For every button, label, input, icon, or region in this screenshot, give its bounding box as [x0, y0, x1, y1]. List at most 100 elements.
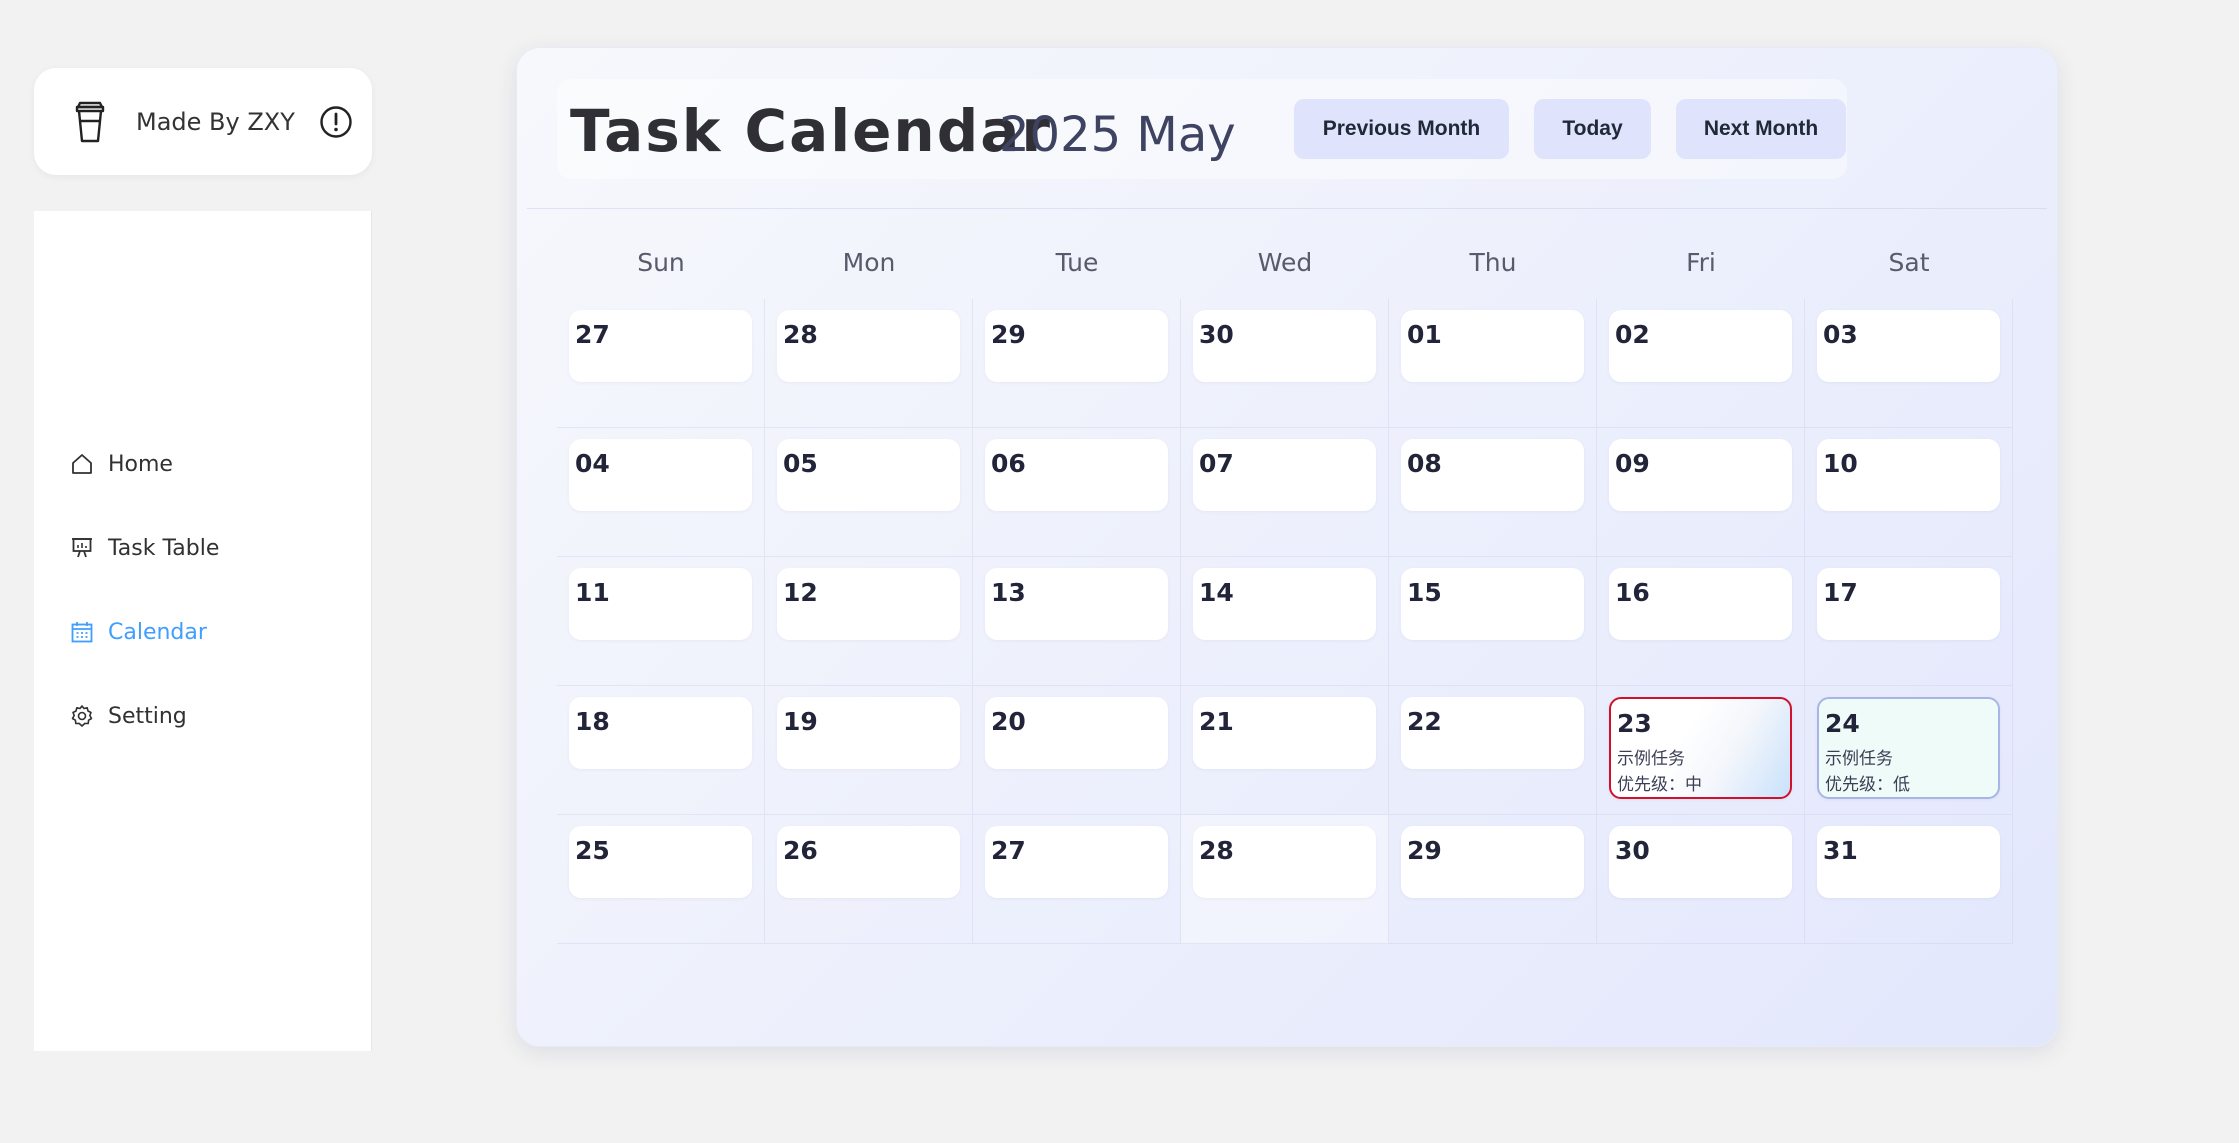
day-box[interactable]: 19 — [777, 697, 960, 769]
task-priority: 优先级：低 — [1825, 775, 1910, 795]
day-number: 25 — [575, 836, 610, 865]
previous-month-button[interactable]: Previous Month — [1294, 99, 1509, 159]
calendar-cell: 01 — [1389, 299, 1597, 428]
cup-icon — [75, 101, 105, 142]
calendar-cell: 23 示例任务 优先级：中 — [1597, 686, 1805, 815]
day-box[interactable]: 21 — [1193, 697, 1376, 769]
day-box[interactable]: 29 — [1401, 826, 1584, 898]
day-box[interactable]: 31 — [1817, 826, 2000, 898]
day-number: 30 — [1199, 320, 1234, 349]
day-number: 08 — [1407, 449, 1442, 478]
weekday-header: Fri — [1686, 248, 1716, 277]
day-box[interactable]: 02 — [1609, 310, 1792, 382]
calendar-cell: 28 — [765, 299, 973, 428]
day-number: 17 — [1823, 578, 1858, 607]
day-number: 31 — [1823, 836, 1858, 865]
day-number: 02 — [1615, 320, 1650, 349]
calendar-cell: 11 — [557, 557, 765, 686]
day-box[interactable]: 10 — [1817, 439, 2000, 511]
calendar-cell: 29 — [973, 299, 1181, 428]
day-box[interactable]: 13 — [985, 568, 1168, 640]
day-number: 16 — [1615, 578, 1650, 607]
calendar-grid: 27 28 29 30 01 02 03 04 05 06 07 08 09 10 11 12 13 14 15 16… — [557, 299, 2015, 944]
day-box[interactable]: 06 — [985, 439, 1168, 511]
calendar-cell: 07 — [1181, 428, 1389, 557]
today-button[interactable]: Today — [1534, 99, 1651, 159]
sidebar-item-home[interactable]: Home — [34, 434, 372, 494]
day-number: 30 — [1615, 836, 1650, 865]
day-box[interactable]: 27 — [985, 826, 1168, 898]
next-month-button[interactable]: Next Month — [1676, 99, 1846, 159]
day-box[interactable]: 15 — [1401, 568, 1584, 640]
sidebar-item-label: Setting — [108, 703, 187, 729]
sidebar-item-label: Home — [108, 451, 173, 477]
calendar-panel: Task Calendar 2025 May Previous Month To… — [516, 47, 2058, 1047]
brand-card: Made By ZXY — [34, 68, 372, 175]
gear-icon — [71, 705, 93, 727]
header-divider — [527, 208, 2047, 209]
day-number: 20 — [991, 707, 1026, 736]
day-number: 05 — [783, 449, 818, 478]
day-box[interactable]: 14 — [1193, 568, 1376, 640]
calendar-cell: 22 — [1389, 686, 1597, 815]
day-box[interactable]: 01 — [1401, 310, 1584, 382]
day-with-task[interactable]: 23 示例任务 优先级：中 — [1609, 697, 1792, 799]
calendar-cell: 24 示例任务 优先级：低 — [1805, 686, 2013, 815]
day-box[interactable]: 27 — [569, 310, 752, 382]
day-box[interactable]: 08 — [1401, 439, 1584, 511]
day-number: 22 — [1407, 707, 1442, 736]
day-box[interactable]: 17 — [1817, 568, 2000, 640]
day-number: 06 — [991, 449, 1026, 478]
calendar-cell: 28 — [1181, 815, 1389, 944]
day-number: 19 — [783, 707, 818, 736]
calendar-cell: 16 — [1597, 557, 1805, 686]
sidebar-item-label: Task Table — [108, 535, 220, 561]
day-number: 09 — [1615, 449, 1650, 478]
day-box[interactable]: 28 — [777, 310, 960, 382]
day-box[interactable]: 29 — [985, 310, 1168, 382]
calendar-cell: 21 — [1181, 686, 1389, 815]
day-with-task[interactable]: 24 示例任务 优先级：低 — [1817, 697, 2000, 799]
calendar-cell: 29 — [1389, 815, 1597, 944]
sidebar-menu: Home Task Table Calendar Setting — [34, 211, 372, 1051]
day-box[interactable]: 30 — [1193, 310, 1376, 382]
sidebar-item-label: Calendar — [108, 619, 207, 645]
calendar-cell: 19 — [765, 686, 973, 815]
day-box[interactable]: 07 — [1193, 439, 1376, 511]
day-box[interactable]: 18 — [569, 697, 752, 769]
calendar-cell: 20 — [973, 686, 1181, 815]
day-box[interactable]: 05 — [777, 439, 960, 511]
calendar-icon — [71, 622, 93, 643]
day-box[interactable]: 30 — [1609, 826, 1792, 898]
day-number: 07 — [1199, 449, 1234, 478]
calendar-cell: 08 — [1389, 428, 1597, 557]
day-box[interactable]: 11 — [569, 568, 752, 640]
sidebar-item-calendar[interactable]: Calendar — [34, 602, 372, 662]
calendar-cell: 27 — [557, 299, 765, 428]
day-box[interactable]: 25 — [569, 826, 752, 898]
sidebar-item-task-table[interactable]: Task Table — [34, 518, 372, 578]
calendar-cell: 03 — [1805, 299, 2013, 428]
home-icon — [72, 454, 92, 474]
day-number: 04 — [575, 449, 610, 478]
day-box[interactable]: 09 — [1609, 439, 1792, 511]
page-title: Task Calendar — [570, 97, 1052, 165]
day-number: 13 — [991, 578, 1026, 607]
day-number: 27 — [991, 836, 1026, 865]
day-number: 03 — [1823, 320, 1858, 349]
task-title: 示例任务 — [1617, 749, 1685, 769]
day-box[interactable]: 20 — [985, 697, 1168, 769]
day-box[interactable]: 04 — [569, 439, 752, 511]
calendar-cell: 25 — [557, 815, 765, 944]
day-box[interactable]: 22 — [1401, 697, 1584, 769]
day-box[interactable]: 28 — [1193, 826, 1376, 898]
calendar-cell: 31 — [1805, 815, 2013, 944]
calendar-cell: 13 — [973, 557, 1181, 686]
sidebar-item-setting[interactable]: Setting — [34, 686, 372, 746]
calendar-cell: 10 — [1805, 428, 2013, 557]
day-box[interactable]: 12 — [777, 568, 960, 640]
day-box[interactable]: 16 — [1609, 568, 1792, 640]
day-box[interactable]: 03 — [1817, 310, 2000, 382]
day-box[interactable]: 26 — [777, 826, 960, 898]
info-icon[interactable] — [319, 105, 353, 139]
